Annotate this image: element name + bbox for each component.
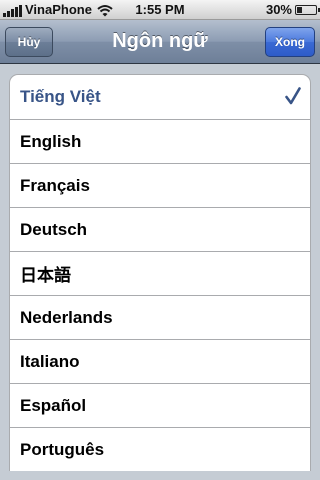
language-label: English — [20, 131, 82, 151]
language-label: Tiếng Việt — [20, 87, 101, 106]
language-option-english[interactable]: English — [10, 119, 310, 163]
language-option-dutch[interactable]: Nederlands — [10, 295, 310, 339]
page-title: Ngôn ngữ — [112, 30, 208, 52]
battery-percent: 30% — [265, 2, 292, 17]
language-option-portuguese[interactable]: Português — [10, 427, 310, 471]
language-label: 日本語 — [20, 266, 71, 285]
checkmark-icon — [285, 87, 301, 105]
language-label: Português — [20, 439, 105, 459]
language-option-spanish[interactable]: Español — [10, 383, 310, 427]
language-label: Français — [20, 175, 90, 195]
battery-icon — [295, 4, 320, 15]
language-option-japanese[interactable]: 日本語 — [10, 251, 310, 295]
language-label: Nederlands — [20, 307, 113, 327]
status-bar-right: 30% — [265, 2, 320, 17]
language-option-french[interactable]: Français — [10, 163, 310, 207]
language-label: Italiano — [20, 351, 80, 371]
battery-fill — [297, 6, 303, 13]
cancel-button[interactable]: Hủy — [5, 27, 53, 57]
status-bar: VinaPhone 1:55 PM 30% — [0, 0, 320, 20]
language-option-vietnamese[interactable]: Tiếng Việt — [10, 75, 310, 119]
language-option-italian[interactable]: Italiano — [10, 339, 310, 383]
language-list: Tiếng Việt English Français Deutsch 日本語 … — [9, 74, 311, 471]
navigation-bar: Hủy Ngôn ngữ Xong — [0, 20, 320, 64]
language-option-german[interactable]: Deutsch — [10, 207, 310, 251]
language-label: Español — [20, 395, 87, 415]
done-button[interactable]: Xong — [265, 27, 315, 57]
language-label: Deutsch — [20, 219, 88, 239]
